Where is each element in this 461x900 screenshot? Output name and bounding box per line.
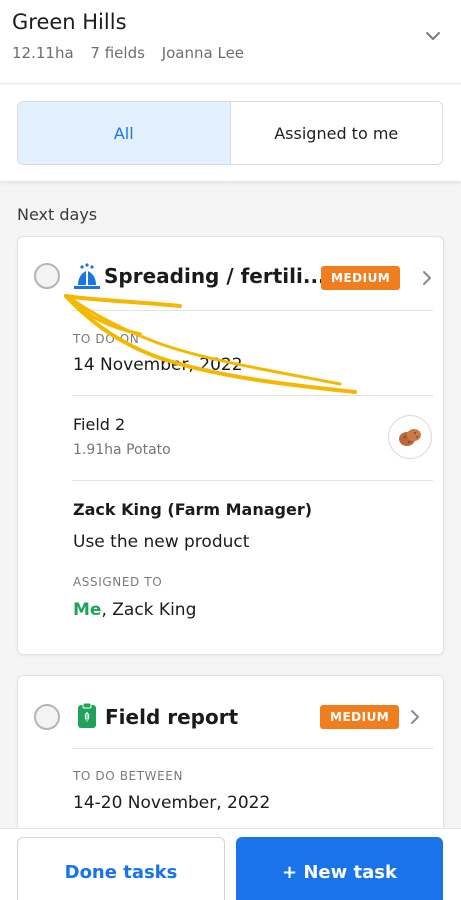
task-date: 14 November, 2022	[73, 355, 243, 375]
crop-avatar	[388, 415, 432, 459]
task-complete-checkbox[interactable]	[34, 263, 60, 289]
date-label: TO DO BETWEEN	[73, 769, 184, 783]
divider	[72, 748, 433, 749]
farm-header[interactable]: Green Hills 12.11ha 7 fields Joanna Lee	[0, 0, 461, 84]
filter-area: All Assigned to me	[0, 85, 461, 181]
report-icon	[78, 703, 96, 728]
note-text: Use the new product	[73, 532, 250, 552]
farm-area: 12.11ha	[12, 44, 74, 62]
field-name: Field 2	[73, 415, 126, 434]
chevron-down-icon[interactable]	[423, 26, 443, 46]
farm-fields-count: 7 fields	[90, 44, 145, 62]
section-heading: Next days	[17, 205, 98, 224]
assignees: Me, Zack King	[73, 600, 196, 620]
done-tasks-button[interactable]: Done tasks	[17, 837, 225, 900]
task-filter-toggle: All Assigned to me	[17, 101, 443, 165]
assignee-me: Me	[73, 600, 102, 620]
task-date: 14-20 November, 2022	[73, 793, 271, 813]
task-header: Spreading / fertili... MEDIUM	[18, 237, 443, 311]
filter-assigned-button[interactable]: Assigned to me	[231, 102, 443, 164]
assignee-others: , Zack King	[101, 600, 197, 620]
farm-meta: 12.11ha 7 fields Joanna Lee	[12, 44, 256, 62]
divider	[72, 395, 433, 396]
task-title: Spreading / fertili...	[104, 264, 326, 288]
task-complete-checkbox[interactable]	[34, 704, 60, 730]
task-header: Field report MEDIUM	[18, 676, 443, 750]
task-title: Field report	[105, 705, 239, 729]
field-detail: 1.91ha Potato	[73, 442, 171, 458]
priority-badge: MEDIUM	[320, 705, 400, 729]
note-author: Zack King (Farm Manager)	[73, 500, 313, 519]
divider	[72, 480, 433, 481]
date-label: TO DO ON	[73, 332, 140, 346]
divider	[72, 310, 433, 311]
farm-owner: Joanna Lee	[161, 44, 245, 62]
assigned-label: ASSIGNED TO	[73, 575, 163, 589]
potato-icon	[399, 429, 421, 446]
spreading-icon	[74, 263, 100, 289]
farm-name: Green Hills	[12, 10, 127, 34]
chevron-right-icon[interactable]	[408, 708, 422, 726]
chevron-right-icon[interactable]	[420, 269, 434, 287]
filter-all-button[interactable]: All	[18, 102, 231, 164]
bottom-action-bar: Done tasks + New task	[0, 828, 461, 900]
task-card[interactable]: Spreading / fertili... MEDIUM TO DO ON 1…	[17, 236, 444, 655]
new-task-button[interactable]: + New task	[236, 837, 443, 900]
priority-badge: MEDIUM	[321, 266, 401, 290]
